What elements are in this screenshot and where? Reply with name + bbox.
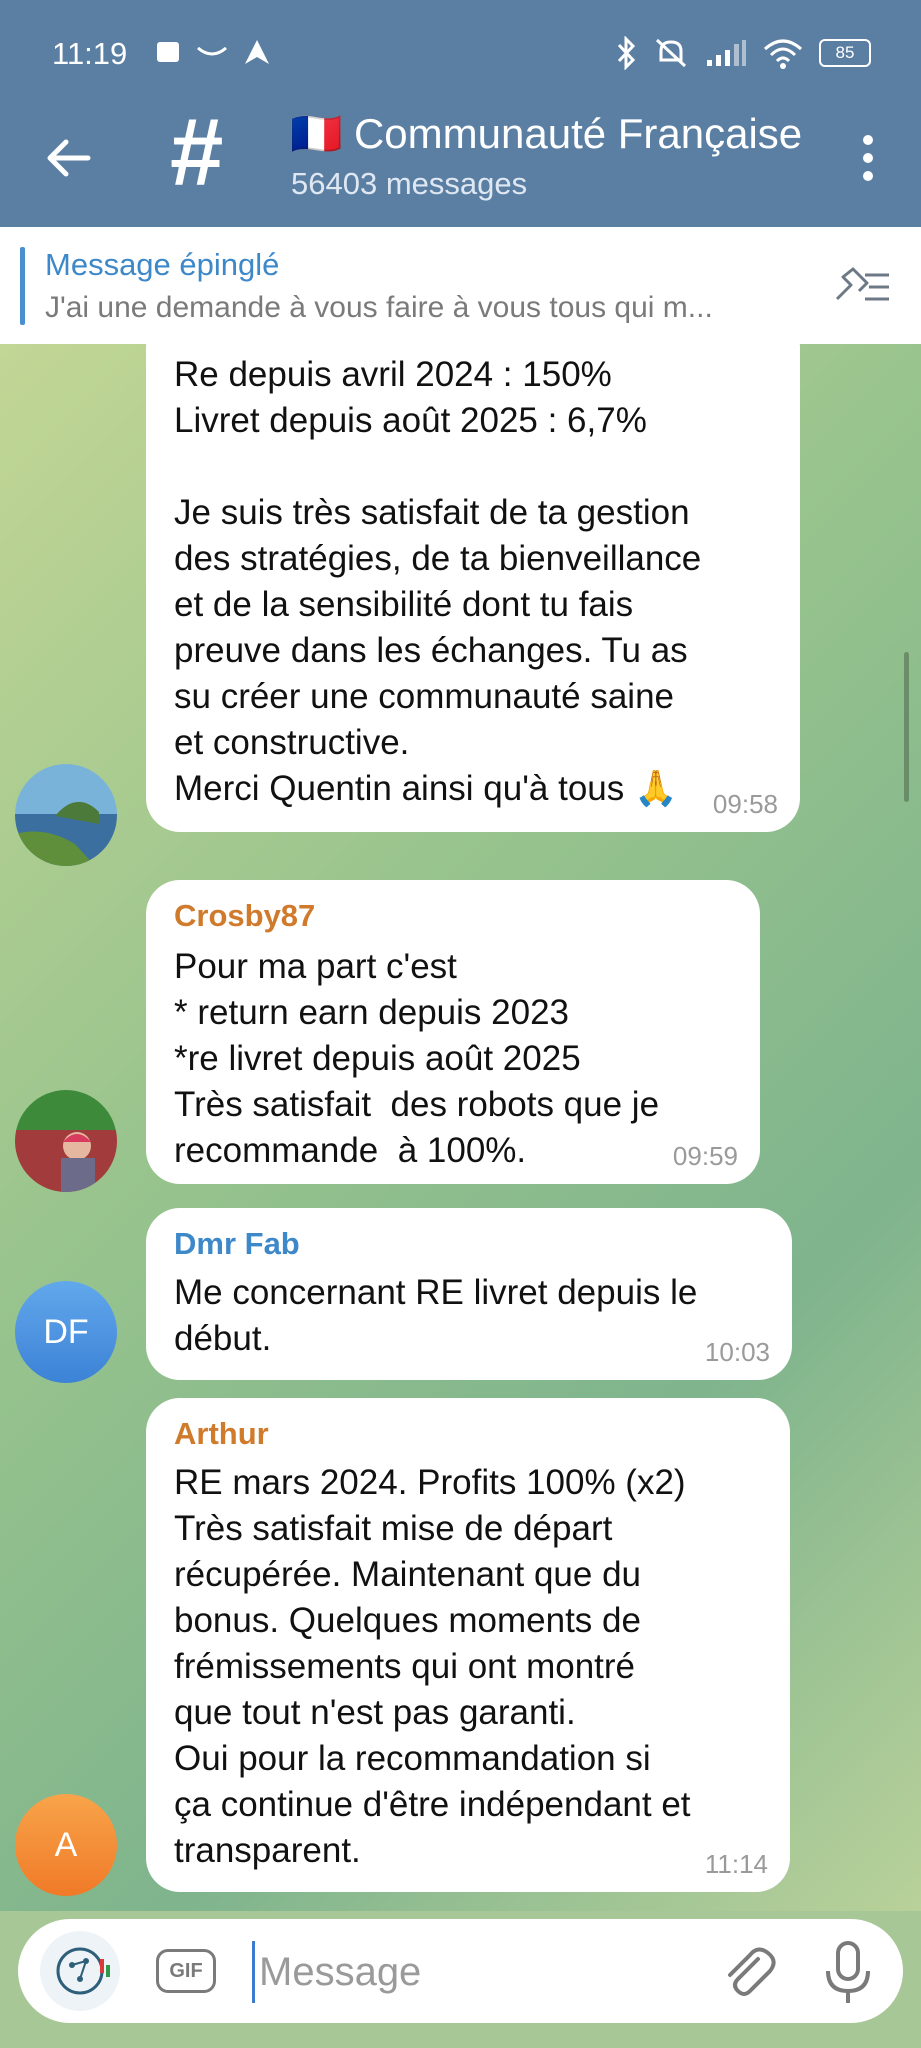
message-bubble[interactable]: Re depuis avril 2024 : 150% Livret depui… bbox=[146, 344, 800, 832]
message-text: Me concernant RE livret depuis le début. bbox=[174, 1273, 698, 1358]
message-bubble[interactable]: Dmr Fab Me concernant RE livret depuis l… bbox=[146, 1208, 792, 1380]
composer-pill: GIF bbox=[18, 1919, 903, 2023]
notification-icons bbox=[155, 38, 271, 66]
avatar-stadium[interactable] bbox=[15, 1090, 117, 1192]
more-options-icon[interactable] bbox=[853, 128, 883, 188]
system-icons: 85 bbox=[615, 36, 871, 70]
pinned-message-bar[interactable]: Message épinglé J'ai une demande à vous … bbox=[0, 227, 921, 345]
chat-title-text: Communauté Françaisе bbox=[353, 110, 803, 157]
pinned-indicator bbox=[20, 247, 25, 325]
smile-notification-icon bbox=[197, 46, 227, 56]
signal-icon bbox=[707, 40, 746, 66]
pinned-list-icon[interactable] bbox=[829, 259, 893, 315]
gallery-notification-icon bbox=[157, 42, 179, 62]
back-arrow-icon[interactable] bbox=[38, 128, 98, 188]
stadium-photo-icon bbox=[15, 1090, 117, 1192]
bot-menu-icon[interactable] bbox=[40, 1931, 120, 2011]
france-flag-icon: 🇫🇷 bbox=[290, 110, 343, 157]
message-text: Re depuis avril 2024 : 150% Livret depui… bbox=[174, 355, 702, 808]
chat-scrollbar[interactable] bbox=[904, 652, 909, 802]
attach-icon[interactable] bbox=[718, 1941, 778, 2001]
message-bubble[interactable]: Arthur RE mars 2024. Profits 100% (x2) T… bbox=[146, 1398, 790, 1892]
landscape-photo-icon bbox=[15, 764, 117, 866]
channel-hash-icon[interactable]: # bbox=[170, 105, 240, 201]
avatar-landscape[interactable] bbox=[15, 764, 117, 866]
avatar-initials[interactable]: A bbox=[15, 1794, 117, 1896]
message-time: 10:03 bbox=[704, 1337, 770, 1367]
avatar-initials[interactable]: DF bbox=[15, 1281, 117, 1383]
wifi-icon bbox=[764, 39, 802, 69]
message-time: 11:14 bbox=[704, 1849, 768, 1879]
message-time: 09:59 bbox=[672, 1141, 738, 1171]
message-text: RE mars 2024. Profits 100% (x2) Très sat… bbox=[174, 1463, 691, 1870]
navigation-notification-icon bbox=[245, 40, 269, 64]
chat-title[interactable]: 🇫🇷 Communauté Françaisе bbox=[290, 110, 810, 159]
message-count: 56403 messages bbox=[291, 166, 528, 201]
top-bar: 11:19 85 # 🇫🇷 Communauté Françaisе 56403… bbox=[0, 0, 921, 227]
message-input[interactable] bbox=[252, 1941, 701, 2003]
muted-bell-icon bbox=[655, 38, 687, 68]
gif-button[interactable]: GIF bbox=[156, 1949, 216, 1993]
message-time: 09:58 bbox=[712, 789, 778, 819]
status-time: 11:19 bbox=[52, 36, 128, 71]
battery-indicator: 85 bbox=[819, 39, 871, 67]
composer-bar: GIF bbox=[0, 1911, 921, 2048]
sender-name[interactable]: Arthur bbox=[174, 1416, 269, 1452]
avatar-initials-text: DF bbox=[43, 1312, 89, 1351]
sender-name[interactable]: Crosby87 bbox=[174, 898, 315, 934]
pinned-title: Message épinglé bbox=[45, 247, 280, 282]
avatar-initials-text: A bbox=[54, 1825, 78, 1864]
message-bubble[interactable]: Crosby87 Pour ma part c'est * return ear… bbox=[146, 880, 760, 1184]
message-text: Pour ma part c'est * return earn depuis … bbox=[174, 947, 660, 1170]
bluetooth-icon bbox=[617, 36, 636, 70]
circuit-brain-icon bbox=[56, 1947, 110, 1995]
sender-name[interactable]: Dmr Fab bbox=[174, 1226, 300, 1262]
microphone-icon[interactable] bbox=[818, 1937, 878, 2007]
pinned-preview: J'ai une demande à vous faire à vous tou… bbox=[45, 291, 713, 324]
chat-area[interactable]: Re depuis avril 2024 : 150% Livret depui… bbox=[0, 344, 921, 1911]
